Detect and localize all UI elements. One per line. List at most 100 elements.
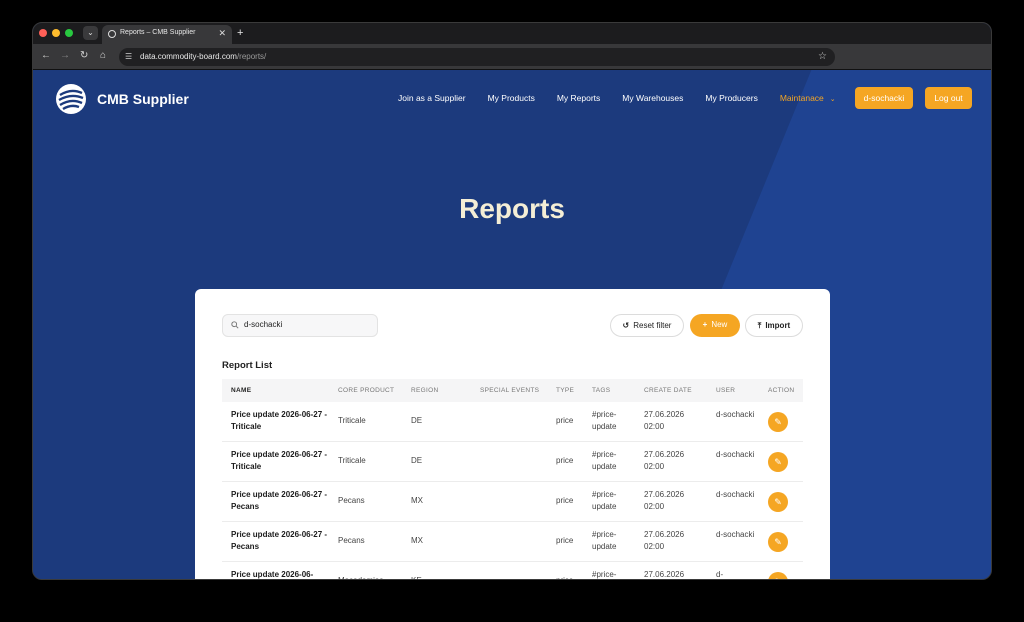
edit-report-button[interactable]: ✎ [768,532,788,552]
cell-create-date: 27.06.2026 02:00 [644,530,685,551]
cell-region: DE [411,456,423,465]
reset-icon: ↺ [622,321,630,330]
cell-user: d-sochacki [716,450,755,459]
cell-tags: #price-update [592,530,617,551]
cell-core-product: Triticale [338,456,366,465]
cell-name: Price update 2026-06- [231,570,314,579]
reload-icon[interactable]: ↻ [80,50,88,62]
cell-type: price [556,496,574,505]
table-row[interactable]: Price update 2026-06- Macadamias KE price #p… [222,562,803,579]
cell-name: Price update 2026-06-27 - Triticale [231,410,328,431]
cell-core-product: Pecans [338,496,365,505]
col-special-events[interactable]: SPECIAL EVENTS [480,387,539,394]
cell-create-date: 27.06.2026 [644,570,685,579]
nav-maintenance-dropdown[interactable]: Maintanace ⌄ [780,93,836,103]
pencil-icon: ✎ [774,457,782,467]
tab-search-icon[interactable]: ⌄ [83,26,98,40]
active-tab[interactable]: Reports – CMB Supplier ✕ [102,25,232,44]
nav-my-reports[interactable]: My Reports [557,93,600,103]
close-window-button[interactable] [39,29,47,37]
report-list-title: Report List [222,360,273,371]
main-nav: Join as a Supplier My Products My Report… [398,93,858,103]
col-core-product[interactable]: CORE PRODUCT [338,387,394,394]
browser-window: ⌄ Reports – CMB Supplier ✕ + ← → ↻ ⌂ ☰ d… [32,22,992,580]
cell-tags: #price-update [592,450,617,471]
cell-name: Price update 2026-06-27 - Pecans [231,490,328,511]
col-create-date[interactable]: CREATE DATE [644,387,692,394]
logout-button[interactable]: Log out [925,87,972,109]
col-tags[interactable]: TAGS [592,387,610,394]
cell-create-date: 27.06.2026 02:00 [644,450,685,471]
table-row[interactable]: Price update 2026-06-27 - Pecans Pecans MX… [222,522,803,562]
cell-user: d-sochacki [716,410,755,419]
cell-name: Price update 2026-06-27 - Triticale [231,450,328,471]
search-box[interactable] [222,314,378,337]
plus-icon: + [702,320,708,329]
minimize-window-button[interactable] [52,29,60,37]
table-row[interactable]: Price update 2026-06-27 - Triticale Triti… [222,402,803,442]
nav-my-products[interactable]: My Products [488,93,535,103]
cell-create-date: 27.06.2026 02:00 [644,410,685,431]
import-button[interactable]: ⤒ Import [745,314,803,337]
cell-region: DE [411,416,423,425]
cell-user: d-sochacki [716,530,755,539]
cell-type: price [556,575,573,579]
cell-create-date: 27.06.2026 02:00 [644,490,685,511]
reset-filter-button[interactable]: ↺ Reset filter [610,314,684,337]
edit-report-button[interactable]: ✎ [768,412,788,432]
user-button[interactable]: d-sochacki [855,87,913,109]
col-name[interactable]: NAME [231,387,251,394]
back-icon[interactable]: ← [41,50,51,62]
new-tab-icon[interactable]: + [237,26,243,40]
cmb-logo-icon[interactable] [56,84,86,114]
page-content: CMB Supplier Join as a Supplier My Produ… [33,70,991,579]
site-settings-icon[interactable]: ☰ [125,52,135,62]
search-icon [231,321,239,329]
cell-core-product: Triticale [338,416,366,425]
cell-type: price [556,456,574,465]
pencil-icon: ✎ [774,537,782,547]
brand-name[interactable]: CMB Supplier [97,91,189,107]
bookmark-star-icon[interactable]: ☆ [818,51,827,62]
cell-tags: #price-update [592,490,617,511]
cell-type: price [556,416,574,425]
nav-my-warehouses[interactable]: My Warehouses [622,93,683,103]
nav-join-supplier[interactable]: Join as a Supplier [398,93,466,103]
edit-report-button[interactable]: ✎ [768,572,788,579]
cell-user: d-sochacki [716,490,755,499]
tab-bar: ⌄ Reports – CMB Supplier ✕ + [33,23,991,44]
cell-region: MX [411,496,423,505]
table-row[interactable]: Price update 2026-06-27 - Triticale Triti… [222,442,803,482]
address-bar-row: ← → ↻ ⌂ ☰ data.commodity-board.com/repor… [33,44,991,70]
maximize-window-button[interactable] [65,29,73,37]
url-text: data.commodity-board.com/reports/ [140,52,267,61]
cell-name: Price update 2026-06-27 - Pecans [231,530,328,551]
tab-title: Reports – CMB Supplier [120,29,196,36]
cell-tags: #price-update [592,410,617,431]
nav-my-producers[interactable]: My Producers [705,93,757,103]
forward-icon[interactable]: → [60,50,70,62]
col-user[interactable]: USER [716,387,735,394]
search-input[interactable] [244,320,369,329]
import-icon: ⤒ [757,321,762,330]
table-header: NAME CORE PRODUCT REGION SPECIAL EVENTS … [222,379,803,402]
new-report-button[interactable]: + New [690,314,740,337]
chevron-down-icon: ⌄ [829,96,836,103]
col-type[interactable]: TYPE [556,387,574,394]
report-list-card: ↺Reset filter +New ⤒Import Report List N… [195,289,830,579]
edit-report-button[interactable]: ✎ [768,492,788,512]
table-row[interactable]: Price update 2026-06-27 - Pecans Pecans MX… [222,482,803,522]
cell-region: KE [411,575,422,579]
col-region[interactable]: REGION [411,387,438,394]
home-icon[interactable]: ⌂ [100,50,106,62]
pencil-icon: ✎ [774,577,782,579]
url-bar[interactable]: ☰ data.commodity-board.com/reports/ ☆ [119,48,835,66]
edit-report-button[interactable]: ✎ [768,452,788,472]
cell-user: d- [716,570,724,579]
pencil-icon: ✎ [774,417,782,427]
cell-core-product: Macadamias [338,575,406,579]
close-tab-icon[interactable]: ✕ [218,28,226,39]
col-action: ACTION [768,387,795,394]
cell-region: MX [411,536,423,545]
cell-core-product: Pecans [338,536,365,545]
